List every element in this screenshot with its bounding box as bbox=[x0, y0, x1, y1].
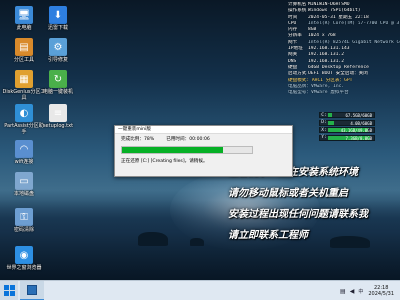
progress-fill bbox=[122, 147, 224, 153]
drive-letter: X: bbox=[321, 127, 327, 133]
desktop-icon[interactable]: ◉ 世界之窗浏览器 bbox=[2, 246, 46, 271]
drive-row: D: 4.0B/60GB bbox=[319, 119, 375, 126]
installer-app-icon bbox=[27, 284, 37, 295]
complete-value: 78% bbox=[143, 137, 155, 142]
desktop-icon[interactable]: ⚙ 引导修复 bbox=[36, 38, 80, 63]
desktop-icon[interactable]: ↻ 电脑一键装机 bbox=[36, 70, 80, 95]
drive-letter: Y: bbox=[321, 135, 327, 140]
desktop-icon-label: 世界之窗浏览器 bbox=[6, 265, 42, 271]
local-disk-icon: ▭ bbox=[15, 172, 33, 190]
start-button[interactable] bbox=[0, 280, 18, 300]
drive-usage-text: 43.1GB/49.0GB bbox=[340, 128, 372, 133]
desktop-icon[interactable]: ⚿ 密码清除 bbox=[2, 208, 46, 233]
rock bbox=[190, 238, 204, 246]
system-tray: ▤ ◀ 中 22:18 2024/5/31 bbox=[340, 281, 394, 300]
desktop-icon-label: 迅雷下载 bbox=[47, 25, 68, 31]
notice-line: 请勿移动鼠标或者关机重启 bbox=[228, 188, 348, 199]
drive-usage-text: 7.3GB/8.0GB bbox=[345, 135, 373, 141]
drive-usage-panel: C: 67.5GB/60GB D: 4.0B/60GB X: 43.1GB/49.0GB Y… bbox=[319, 112, 375, 142]
desktop-icon-label: 本地磁盘 bbox=[13, 191, 34, 197]
partassist-icon: ◐ bbox=[15, 104, 33, 122]
install-progress-dialog: 一键重装mini版 完成比例： 78% 已用时间： 00:00:06 正在还原 … bbox=[114, 125, 293, 177]
clock-date: 2024/5/31 bbox=[368, 291, 394, 297]
desktop-icon[interactable]: ⬇ 迅雷下载 bbox=[36, 6, 80, 31]
boot-repair-icon: ⚙ bbox=[49, 38, 67, 56]
drive-row: Y: 7.3GB/8.0GB bbox=[319, 134, 375, 141]
drive-letter: D: bbox=[321, 120, 327, 125]
windows-logo-icon bbox=[3, 285, 15, 296]
one-key-install-icon: ↻ bbox=[49, 70, 67, 88]
desktop-icon[interactable]: ▭ 本地磁盘 bbox=[2, 172, 46, 197]
partition-tool-icon: ▤ bbox=[15, 38, 33, 56]
desktop-icon-label: 电脑一键装机 bbox=[42, 89, 73, 95]
drive-row: C: 67.5GB/60GB bbox=[319, 112, 375, 118]
input-language[interactable]: 中 bbox=[358, 288, 363, 295]
dialog-status: 正在还原 [C:] [Creating files]，请稍候。 bbox=[121, 159, 208, 164]
network-icon[interactable]: ▤ bbox=[340, 288, 346, 295]
wifi-icon: ◠ bbox=[15, 140, 33, 158]
desktop-icon[interactable]: ≡ setuplog.txt bbox=[36, 104, 80, 129]
dialog-title: 一键重装mini版 bbox=[115, 126, 292, 134]
notice-line: 安装过程出现任何问题请联系我 bbox=[228, 209, 368, 220]
desktop-icon[interactable]: ◠ wifi连接 bbox=[2, 140, 46, 165]
text-file-icon: ≡ bbox=[49, 104, 67, 122]
elapsed-label: 已用时间： bbox=[166, 137, 190, 142]
desktop-icon-label: setuplog.txt bbox=[42, 123, 74, 129]
drive-letter: C: bbox=[321, 112, 327, 118]
volume-icon[interactable]: ◀ bbox=[350, 288, 355, 295]
thunder-download-icon: ⬇ bbox=[49, 6, 67, 24]
diskgenius-icon: ▦ bbox=[15, 70, 33, 88]
sysinfo-value: Intel(R) Core(TM) i7-7700 CPU @ 3.60GHz bbox=[308, 20, 400, 26]
desktop-icon-label: wifi连接 bbox=[14, 159, 34, 165]
rock bbox=[138, 232, 168, 246]
sysinfo-line: 电脑型号：VMware 虚拟平台 bbox=[288, 90, 349, 96]
drive-row: X: 43.1GB/49.0GB bbox=[319, 127, 375, 133]
drive-usage-text: 4.0B/60GB bbox=[350, 120, 372, 126]
computer-icon: 🖥 bbox=[15, 6, 33, 24]
taskbar-app-button[interactable] bbox=[20, 280, 44, 300]
elapsed-value: 00:00:06 bbox=[189, 137, 210, 142]
clock[interactable]: 22:18 2024/5/31 bbox=[368, 285, 394, 297]
taskbar: ▤ ◀ 中 22:18 2024/5/31 bbox=[0, 280, 400, 300]
browser-icon: ◉ bbox=[15, 246, 33, 264]
notice-line: 请立即联系工程师 bbox=[228, 230, 308, 241]
drive-usage-text: 67.5GB/60GB bbox=[345, 113, 373, 118]
system-info-panel: 计算机名 MINIWIN-D6HTSMO 操作系统 Windows 7SP1(64bi… bbox=[288, 2, 400, 96]
desktop-icon-label: 密码清除 bbox=[13, 227, 34, 233]
password-clear-icon: ⚿ bbox=[15, 208, 33, 226]
complete-label: 完成比例： bbox=[121, 137, 144, 142]
desktop: 🖥 此电脑 ⬇ 迅雷下载 ▤ 分区工具 ⚙ 引导修复 ▦ DiskGenius分区工具 ↻ 电脑一键装… bbox=[0, 0, 400, 280]
desktop-icon-label: 引导修复 bbox=[47, 57, 68, 63]
progress-bar bbox=[121, 146, 253, 154]
